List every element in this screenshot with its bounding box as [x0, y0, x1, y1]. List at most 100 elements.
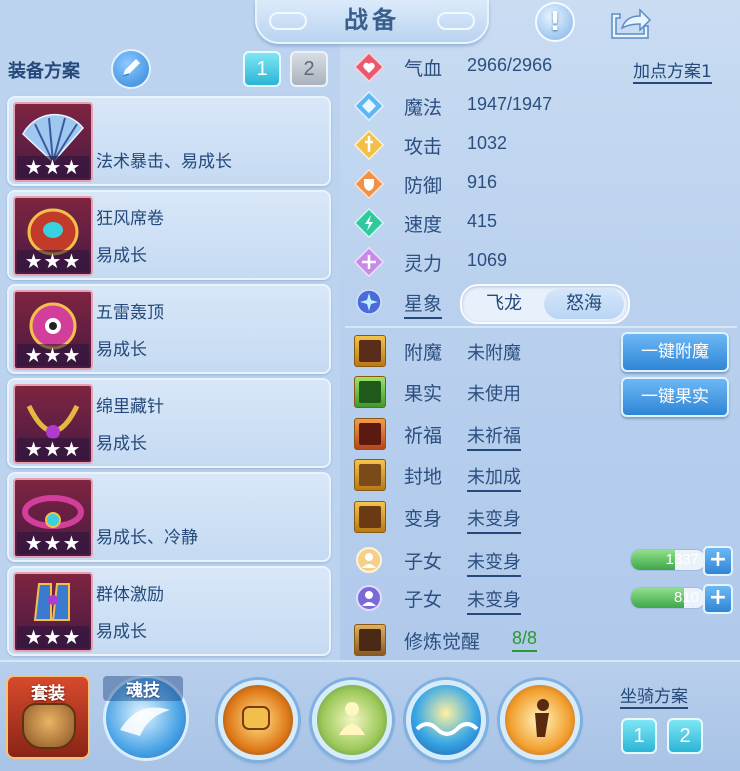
equipment-belt-icon: ★★★: [13, 478, 93, 558]
lightning-icon: [354, 208, 384, 238]
child-avatar-icon: [356, 547, 382, 573]
star-rating: ★★★: [17, 156, 89, 178]
child-progress-bar: 1337: [630, 549, 706, 571]
fief-icon: [354, 459, 386, 491]
banner-left-ornament: [269, 12, 307, 30]
buddha-skill-icon: [339, 702, 365, 735]
battle-prep-panel: 战备 ! 装备方案 1 2 ★★★ 法术暴击、易成长 ★★★ 狂风席卷 易成长 …: [0, 0, 740, 771]
child-add-button[interactable]: +: [703, 546, 733, 576]
equipment-effect: 法术暴击、易成长: [96, 152, 232, 172]
child-status-link[interactable]: 未变身: [467, 586, 521, 615]
transform-label: 变身: [404, 508, 443, 530]
share-button[interactable]: [608, 2, 652, 40]
stat-value: 1069: [467, 250, 508, 270]
equipment-plan-1-button[interactable]: 1: [243, 51, 281, 87]
stat-label: 攻击: [404, 136, 443, 158]
transform-status-link[interactable]: 未变身: [467, 505, 521, 534]
equipment-name: 五雷轰顶: [96, 303, 164, 323]
equipment-name: 狂风席卷: [96, 209, 164, 229]
treasure-pot-icon: [22, 703, 76, 749]
suit-label: 套装: [31, 684, 65, 704]
equipment-effect: 易成长、冷静: [96, 528, 198, 548]
wave-skill-icon: [415, 722, 479, 736]
spirit-icon: [354, 247, 384, 277]
child-add-button[interactable]: +: [703, 584, 733, 614]
equipment-card[interactable]: ★★★ 易成长、冷静: [7, 472, 331, 562]
info-button[interactable]: !: [535, 2, 575, 42]
equipment-mask-icon: ★★★: [13, 290, 93, 370]
share-icon: [611, 8, 652, 39]
exclamation-icon: !: [549, 7, 561, 37]
equipment-name: 绵里藏针: [96, 397, 164, 417]
constellation-option-raging-sea[interactable]: 怒海: [544, 289, 624, 319]
banner-right-ornament: [437, 12, 475, 30]
point-scheme-link[interactable]: 加点方案1: [633, 57, 712, 84]
constellation-option-flying-dragon[interactable]: 飞龙: [464, 289, 544, 319]
equipment-card[interactable]: ★★★ 绵里藏针 易成长: [7, 378, 331, 468]
equipment-name: 群体激励: [96, 585, 164, 605]
equipment-plan-2-button[interactable]: 2: [290, 51, 328, 87]
enchant-label: 附魔: [404, 342, 443, 364]
skill-slot[interactable]: [500, 680, 580, 760]
equipment-boots-icon: ★★★: [13, 572, 93, 652]
equipment-effect: 易成长: [96, 340, 147, 360]
soul-skill-label: 魂技: [103, 676, 183, 701]
star-rating: ★★★: [17, 438, 89, 460]
mount-plan-label[interactable]: 坐骑方案: [620, 682, 688, 709]
cultivation-label: 修炼觉醒: [404, 631, 481, 653]
equipment-card[interactable]: ★★★ 法术暴击、易成长: [7, 96, 331, 186]
magic-icon: [354, 91, 384, 121]
equipment-card[interactable]: ★★★ 五雷轰顶 易成长: [7, 284, 331, 374]
blessing-label: 祈福: [404, 425, 443, 447]
suit-button[interactable]: 套装: [6, 675, 90, 759]
equipment-plan-label: 装备方案: [8, 61, 80, 82]
star-sign-icon: [356, 289, 382, 315]
equipment-effect: 易成长: [96, 246, 147, 266]
skill-slot[interactable]: [312, 680, 392, 760]
stat-label: 魔法: [404, 97, 443, 119]
section-divider: [345, 326, 737, 328]
mount-plan-1-button[interactable]: 1: [621, 718, 657, 754]
stat-value: 415: [467, 211, 498, 231]
child-status-link[interactable]: 未变身: [467, 548, 521, 577]
child-avatar-icon: [356, 585, 382, 611]
equipment-card[interactable]: ★★★ 狂风席卷 易成长: [7, 190, 331, 280]
fruit-status: 未使用: [467, 384, 521, 404]
page-title: 战备: [344, 6, 400, 34]
stat-label: 防御: [404, 175, 443, 197]
stat-value: 1947/1947: [467, 94, 553, 114]
one-click-enchant-button[interactable]: 一键附魔: [621, 332, 729, 372]
equipment-card[interactable]: ★★★ 群体激励 易成长: [7, 566, 331, 656]
star-rating: ★★★: [17, 344, 89, 366]
stat-value: 916: [467, 172, 498, 192]
heart-icon: [354, 52, 384, 82]
cultivation-value-link[interactable]: 8/8: [512, 628, 538, 652]
mount-plan-2-button[interactable]: 2: [667, 718, 703, 754]
enchant-icon: [354, 335, 386, 367]
stat-label: 灵力: [404, 253, 443, 275]
blessing-icon: [354, 418, 386, 450]
constellation-toggle[interactable]: 飞龙 怒海: [460, 284, 630, 324]
child-progress-bar: 810: [630, 587, 706, 609]
skill-slot[interactable]: [218, 680, 298, 760]
fief-status-link[interactable]: 未加成: [467, 463, 521, 492]
skill-slot[interactable]: [406, 680, 486, 760]
enchant-status: 未附魔: [467, 343, 521, 363]
edit-plan-button[interactable]: [111, 49, 151, 89]
equipment-effect: 易成长: [96, 434, 147, 454]
star-rating: ★★★: [17, 626, 89, 648]
warrior-skill-icon: [535, 699, 549, 737]
one-click-fruit-button[interactable]: 一键果实: [621, 377, 729, 417]
stat-value: 2966/2966: [467, 55, 553, 75]
stat-label: 速度: [404, 214, 443, 236]
stat-value: 1032: [467, 133, 508, 153]
sword-icon: [354, 130, 384, 160]
equipment-helmet-icon: ★★★: [13, 196, 93, 276]
fist-skill-icon: [242, 706, 270, 730]
star-rating: ★★★: [17, 250, 89, 272]
title-banner: 战备: [255, 0, 489, 44]
fief-label: 封地: [404, 466, 443, 488]
child-count: 810: [673, 589, 699, 606]
blessing-status-link[interactable]: 未祈福: [467, 422, 521, 451]
constellation-label[interactable]: 星象: [404, 289, 443, 319]
